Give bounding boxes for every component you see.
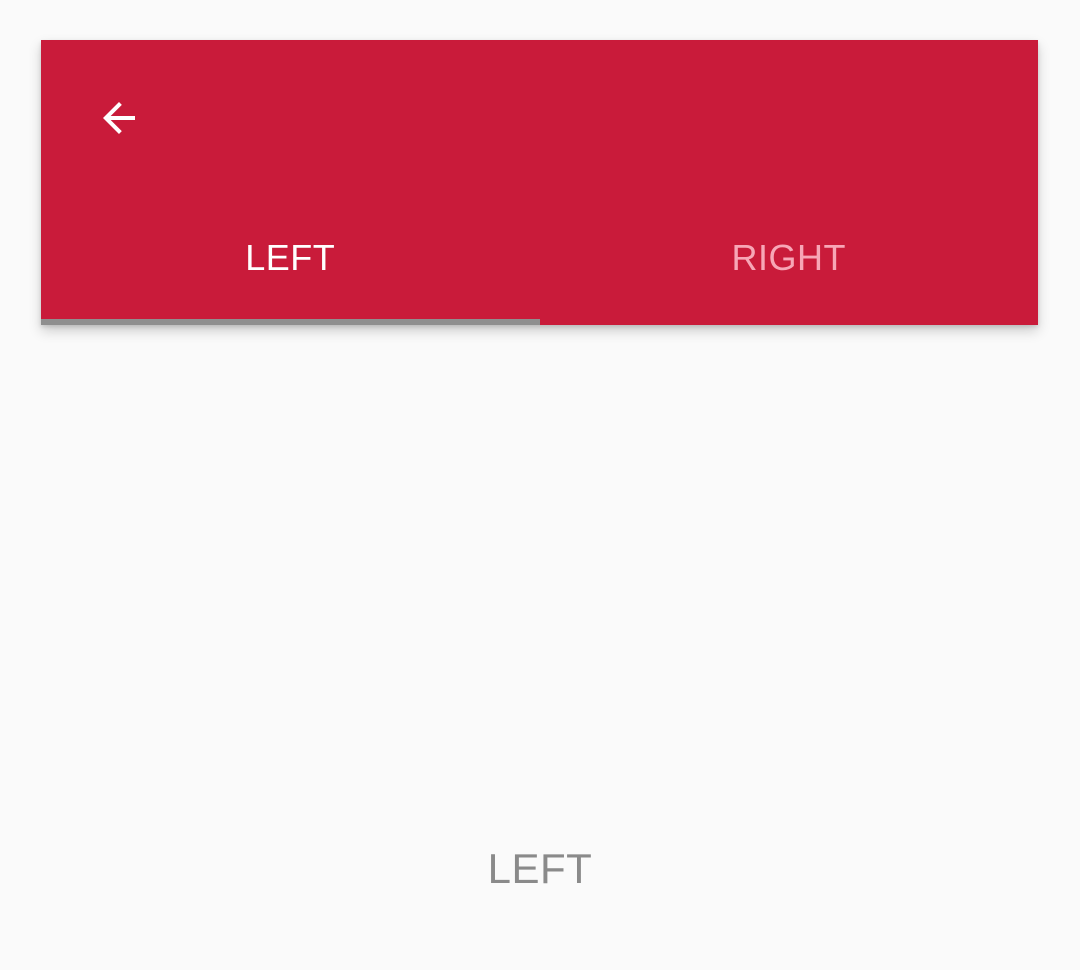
arrow-back-icon xyxy=(103,102,135,134)
back-button[interactable] xyxy=(81,80,157,156)
tab-indicator xyxy=(41,319,540,325)
app-bar: LEFT RIGHT xyxy=(41,40,1038,325)
tab-right[interactable]: RIGHT xyxy=(540,220,1039,325)
tab-left[interactable]: LEFT xyxy=(41,220,540,325)
tab-bar: LEFT RIGHT xyxy=(41,220,1038,325)
page-content-label: LEFT xyxy=(487,845,593,892)
